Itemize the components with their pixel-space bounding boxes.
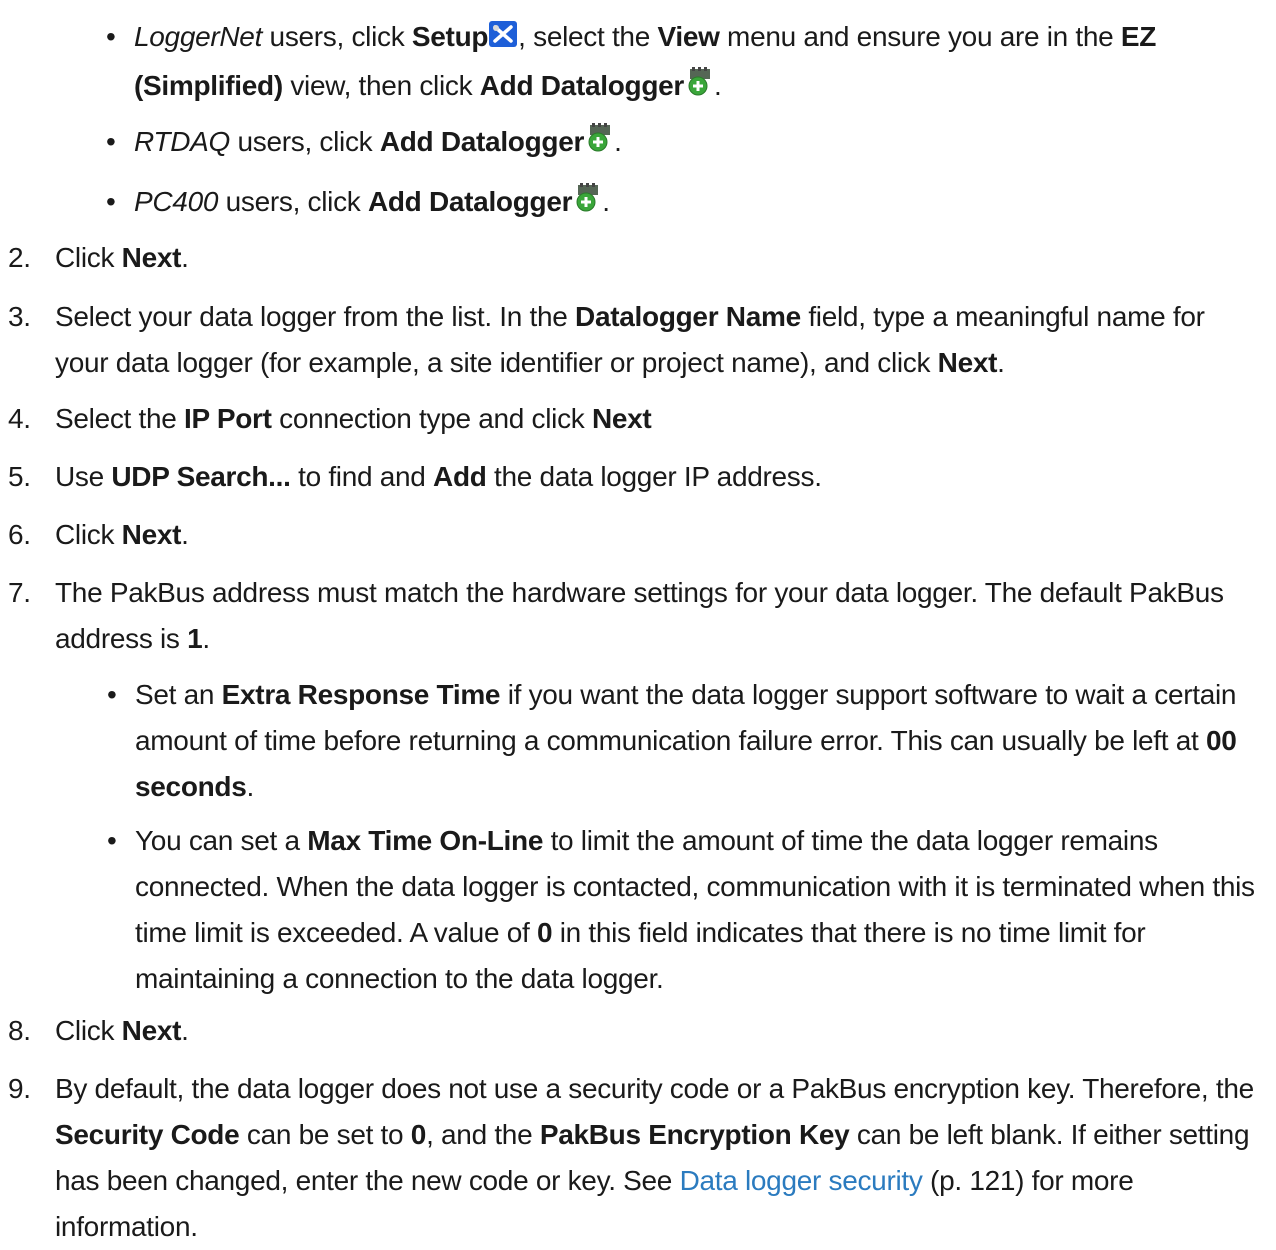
step-number: 8. — [8, 1015, 31, 1046]
step-3: 3. Select your data logger from the list… — [8, 294, 1253, 378]
step-8: 8. Click Next. — [8, 1008, 1253, 1054]
step-2: 2. Click Next. — [8, 235, 1253, 281]
app-name: PC400 — [134, 186, 219, 217]
bullet: • — [106, 21, 116, 52]
step-text: Select your data logger from the list. I… — [55, 301, 1205, 378]
list-item: • Set an Extra Response Time if you want… — [107, 672, 1275, 810]
step-number: 9. — [8, 1073, 31, 1104]
bullet: • — [107, 679, 117, 710]
document-page: • LoggerNet users, click Setup, select t… — [0, 0, 1276, 1242]
step-text: Use UDP Search... to find and Add the da… — [55, 461, 822, 492]
bullet: • — [106, 126, 116, 157]
step-5: 5. Use UDP Search... to find and Add the… — [8, 454, 1253, 500]
step-number: 5. — [8, 461, 31, 492]
bullet: • — [106, 186, 116, 217]
app-name: RTDAQ — [134, 126, 230, 157]
list-item: • PC400 users, click Add Datalogger. — [106, 178, 1264, 227]
step-number: 2. — [8, 242, 31, 273]
step-9: 9. By default, the data logger does not … — [8, 1066, 1254, 1242]
step-text: Click Next. — [55, 519, 189, 550]
list-item: • RTDAQ users, click Add Datalogger. — [106, 118, 1264, 167]
step-number: 3. — [8, 301, 31, 332]
data-logger-security-link[interactable]: Data logger security — [680, 1165, 923, 1196]
step-text: By default, the data logger does not use… — [55, 1073, 1254, 1242]
list-item: • You can set a Max Time On-Line to limi… — [107, 818, 1275, 1002]
step-6: 6. Click Next. — [8, 512, 1253, 558]
step-text: Select the IP Port connection type and c… — [55, 403, 652, 434]
app-name: LoggerNet — [134, 21, 263, 52]
add-datalogger-icon — [684, 64, 714, 111]
add-datalogger-icon — [584, 120, 614, 167]
step-text: The PakBus address must match the hardwa… — [55, 577, 1224, 654]
step-4: 4. Select the IP Port connection type an… — [8, 396, 1253, 442]
setup-icon — [488, 15, 518, 62]
bullet: • — [107, 825, 117, 856]
step-number: 7. — [8, 577, 31, 608]
step-text: Click Next. — [55, 1015, 189, 1046]
step-7: 7. The PakBus address must match the har… — [8, 570, 1253, 654]
step-number: 4. — [8, 403, 31, 434]
step-number: 6. — [8, 519, 31, 550]
list-item: • LoggerNet users, click Setup, select t… — [106, 13, 1264, 111]
step-text: Click Next. — [55, 242, 189, 273]
add-datalogger-icon — [572, 180, 602, 227]
